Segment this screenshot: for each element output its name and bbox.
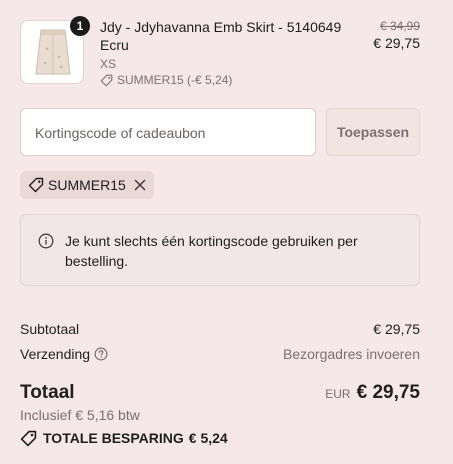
current-price: € 29,75 — [373, 35, 420, 51]
discount-code-form: Toepassen — [20, 108, 420, 157]
tag-icon — [100, 74, 113, 87]
currency-code: EUR — [325, 387, 351, 401]
product-discount-text: SUMMER15 (-€ 5,24) — [117, 73, 233, 87]
product-prices: € 34,99 € 29,75 — [373, 18, 420, 52]
order-summary-panel: 1 Jdy - Jdyhavanna Emb Skirt - 5140649 E… — [0, 0, 453, 464]
quantity-badge: 1 — [70, 16, 90, 36]
applied-discount-code: SUMMER15 — [48, 177, 126, 193]
product-discount-line: SUMMER15 (-€ 5,24) — [100, 73, 350, 88]
shipping-label: Verzending — [20, 346, 91, 362]
tag-icon — [28, 177, 44, 193]
subtotal-row: Subtotaal € 29,75 — [20, 319, 420, 339]
product-info: Jdy - Jdyhavanna Emb Skirt - 5140649 Ecr… — [100, 18, 350, 88]
subtotal-value: € 29,75 — [373, 321, 420, 337]
close-icon[interactable] — [134, 179, 146, 191]
discount-code-input[interactable] — [33, 109, 307, 157]
shipping-row: Verzending Bezorgadres invoeren — [20, 344, 420, 364]
savings-label: TOTALE BESPARING — [43, 430, 184, 446]
skirt-image — [35, 29, 71, 75]
total-value-wrap: EUR € 29,75 — [325, 381, 420, 405]
tax-note: Inclusief € 5,16 btw — [20, 407, 140, 423]
product-thumbnail-wrapper: 1 — [20, 16, 90, 84]
apply-discount-button[interactable]: Toepassen — [326, 108, 420, 156]
savings-value: € 5,24 — [188, 430, 228, 446]
applied-discount-chip: SUMMER15 — [20, 171, 154, 199]
product-title: Jdy - Jdyhavanna Emb Skirt - 5140649 Ecr… — [100, 19, 342, 53]
shipping-value: Bezorgadres invoeren — [283, 346, 420, 362]
help-icon[interactable] — [94, 347, 108, 361]
original-price: € 34,99 — [379, 19, 420, 33]
tag-icon — [20, 430, 37, 447]
product-size: XS — [100, 57, 117, 71]
total-savings: TOTALE BESPARING € 5,24 — [20, 429, 228, 447]
total-value: € 29,75 — [356, 382, 420, 403]
total-row: Totaal EUR € 29,75 — [20, 381, 420, 405]
cart-line-item: 1 Jdy - Jdyhavanna Emb Skirt - 5140649 E… — [20, 16, 420, 94]
info-icon — [38, 233, 54, 254]
discount-notice: Je kunt slechts één kortingscode gebruik… — [20, 214, 420, 286]
subtotal-label: Subtotaal — [20, 321, 80, 337]
shipping-label-wrap: Verzending — [20, 344, 108, 364]
notice-text: Je kunt slechts één kortingscode gebruik… — [65, 233, 358, 269]
total-label: Totaal — [20, 382, 75, 403]
discount-code-field[interactable] — [20, 108, 316, 157]
